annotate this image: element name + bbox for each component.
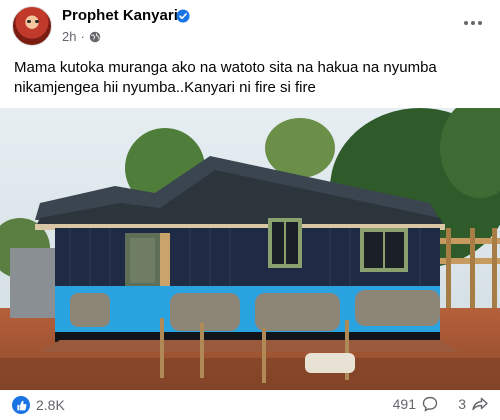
verified-badge-icon	[176, 9, 190, 23]
likes-count: 2.8K	[36, 397, 65, 413]
likes-summary[interactable]: 2.8K	[12, 396, 65, 414]
post-timestamp[interactable]: 2h	[62, 29, 76, 44]
reactions-bar: 2.8K 491 3	[0, 390, 500, 420]
globe-icon[interactable]	[89, 31, 101, 43]
post-text: Mama kutoka muranga ako na watoto sita n…	[14, 59, 437, 96]
post-meta: 2h ·	[62, 29, 101, 44]
author-avatar[interactable]	[12, 6, 52, 46]
shares-count: 3	[458, 396, 466, 412]
comments-summary[interactable]: 491	[393, 396, 438, 412]
post-header: Prophet Kanyari 2h ·	[0, 0, 500, 50]
share-icon	[472, 397, 488, 411]
shares-summary[interactable]: 3	[458, 396, 488, 412]
meta-separator: ·	[80, 29, 85, 44]
comment-icon	[422, 396, 438, 412]
author-name[interactable]: Prophet Kanyari	[62, 7, 178, 24]
more-options-icon[interactable]	[462, 12, 484, 34]
post-photo[interactable]	[0, 108, 500, 390]
comments-count: 491	[392, 396, 416, 412]
thumbs-up-icon	[12, 396, 30, 414]
